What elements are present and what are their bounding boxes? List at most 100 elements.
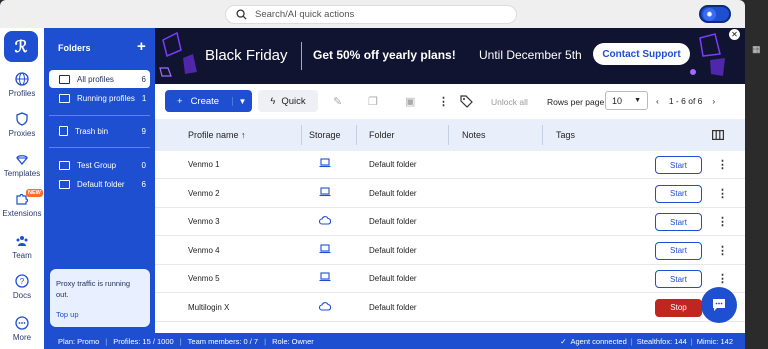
profile-folder: Default folder <box>369 217 417 226</box>
column-storage[interactable]: Storage <box>309 130 341 140</box>
profile-name[interactable]: Venmo 4 <box>188 246 220 255</box>
banner-until: Until December 5th <box>479 48 582 62</box>
laptop-icon <box>319 186 331 200</box>
rail-item-templates[interactable]: Templates <box>0 152 44 178</box>
stop-button[interactable]: Stop <box>655 298 702 317</box>
column-divider <box>542 125 543 145</box>
rail-label-more: More <box>12 333 32 342</box>
top-up-link[interactable]: Top up <box>56 309 79 320</box>
folder-label: Default folder <box>77 179 125 189</box>
rail-item-team[interactable]: Team <box>0 234 44 260</box>
more-vertical-icon[interactable]: ⋮ <box>717 244 728 257</box>
table-row[interactable]: Venmo 4 Default folder Start ⋮ <box>155 237 745 265</box>
folder-item-all-profiles[interactable]: All profiles 6 <box>49 70 150 88</box>
edit-icon[interactable]: ✎ <box>333 95 342 108</box>
folder-icon <box>59 74 70 84</box>
table-row[interactable]: Venmo 5 Default folder Start ⋮ <box>155 265 745 293</box>
status-plan: Plan: Promo <box>58 336 100 346</box>
status-bar: Plan: Promo | Profiles: 15 / 1000 | Team… <box>44 333 745 349</box>
folders-divider <box>49 115 150 116</box>
profile-name[interactable]: Venmo 2 <box>188 189 220 198</box>
prev-page-icon[interactable]: ‹ <box>656 96 659 106</box>
create-button[interactable]: + Create ▼ <box>165 90 252 112</box>
folder-icon <box>59 160 70 170</box>
folder-label: Test Group <box>77 160 117 170</box>
copy-icon[interactable]: ❐ <box>368 95 378 108</box>
rows-per-page-select[interactable]: 10 ▼ <box>605 91 648 110</box>
more-vertical-icon[interactable]: ⋮ <box>717 158 728 171</box>
search-bar[interactable]: Search/AI quick actions <box>225 5 517 24</box>
rail-label-profiles: Profiles <box>8 89 36 98</box>
create-label: Create <box>190 95 220 107</box>
search-placeholder: Search/AI quick actions <box>255 9 355 20</box>
start-button[interactable]: Start <box>655 184 702 203</box>
profile-name[interactable]: Venmo 5 <box>188 274 220 283</box>
column-profile-name[interactable]: Profile name ↑ <box>188 130 246 140</box>
status-role: Role: Owner <box>272 336 314 346</box>
more-vertical-icon[interactable]: ⋮ <box>438 95 449 108</box>
app-logo[interactable]: ℛ <box>4 31 38 62</box>
status-team: Team members: 0 / 7 <box>187 336 259 346</box>
next-page-icon[interactable]: › <box>712 96 715 106</box>
start-button[interactable]: Start <box>655 213 702 231</box>
contact-support-button[interactable]: Contact Support <box>593 43 690 65</box>
column-folder[interactable]: Folder <box>369 130 395 140</box>
unlock-all-button[interactable]: Unlock all <box>491 97 528 107</box>
folder-item-running-profiles[interactable]: Running profiles 1 <box>49 89 150 107</box>
help-icon: ? <box>15 274 29 288</box>
promo-banner: Black Friday Get 50% off yearly plans! U… <box>155 28 745 84</box>
start-button[interactable]: Start <box>655 156 702 174</box>
quick-button[interactable]: ϟ Quick <box>258 90 318 112</box>
profile-name[interactable]: Venmo 3 <box>188 217 220 226</box>
column-tags[interactable]: Tags <box>556 130 575 140</box>
app-window: Search/AI quick actions ✹ ℛ Profiles Pro… <box>0 0 745 349</box>
close-icon[interactable]: ✕ <box>729 29 740 40</box>
main-content: Black Friday Get 50% off yearly plans! U… <box>155 28 745 333</box>
laptop-icon <box>319 158 331 171</box>
table-header: Profile name ↑ Storage Folder Notes Tags <box>155 119 745 151</box>
folder-item-default-folder[interactable]: Default folder 6 <box>49 175 150 193</box>
rail-label-team: Team <box>12 251 32 260</box>
profile-name[interactable]: Venmo 1 <box>188 160 220 169</box>
add-folder-button[interactable]: + <box>137 38 146 55</box>
rail-item-docs[interactable]: ? Docs <box>0 274 44 300</box>
chat-button[interactable] <box>701 287 737 323</box>
rail-item-more[interactable]: More <box>0 316 44 342</box>
columns-icon[interactable] <box>712 130 724 140</box>
toolbar: + Create ▼ ϟ Quick ✎ ❐ ▣ ⋮ Unlock all Row… <box>155 84 745 119</box>
profile-folder: Default folder <box>369 245 417 255</box>
nav-rail: ℛ Profiles Proxies Templates Extensions … <box>0 28 44 349</box>
profile-folder: Default folder <box>369 160 417 169</box>
status-stealthfox: Stealthfox: 144 <box>636 336 687 346</box>
search-icon <box>236 9 247 20</box>
profile-name[interactable]: Multilogin X <box>188 303 229 312</box>
rail-item-profiles[interactable]: Profiles <box>0 72 44 98</box>
grid-icon[interactable]: ▦ <box>752 44 762 54</box>
chevron-down-icon[interactable]: ▼ <box>232 96 252 106</box>
more-vertical-icon[interactable]: ⋮ <box>717 272 728 285</box>
templates-icon <box>16 155 28 166</box>
agent-status: ✓ Agent connected <box>560 337 627 346</box>
table-row[interactable]: Venmo 1 Default folder Start ⋮ <box>155 151 745 179</box>
more-vertical-icon[interactable]: ⋮ <box>717 215 728 228</box>
check-icon: ✓ <box>560 336 567 346</box>
start-button[interactable]: Start <box>655 241 702 260</box>
folder-label: All profiles <box>77 74 114 84</box>
more-vertical-icon[interactable]: ⋮ <box>717 187 728 200</box>
table-row[interactable]: Venmo 3 Default folder Start ⋮ <box>155 208 745 236</box>
theme-toggle[interactable]: ✹ <box>699 5 731 23</box>
folder-count: 0 <box>141 160 146 170</box>
laptop-icon <box>319 243 331 257</box>
folder-item-test-group[interactable]: Test Group 0 <box>49 156 150 174</box>
folder-item-trash-bin[interactable]: Trash bin 9 <box>49 122 150 140</box>
cloud-icon <box>318 215 332 228</box>
start-button[interactable]: Start <box>655 270 702 288</box>
table-row[interactable]: Venmo 2 Default folder Start ⋮ <box>155 180 745 208</box>
rail-item-proxies[interactable]: Proxies <box>0 112 44 138</box>
table-row[interactable]: Multilogin XDefault folderStop⋮ <box>155 294 745 322</box>
column-divider <box>301 125 302 145</box>
folder-count: 6 <box>141 179 146 189</box>
gallery-icon[interactable]: ▣ <box>405 95 415 108</box>
tag-icon[interactable] <box>460 95 473 108</box>
column-notes[interactable]: Notes <box>462 130 486 140</box>
